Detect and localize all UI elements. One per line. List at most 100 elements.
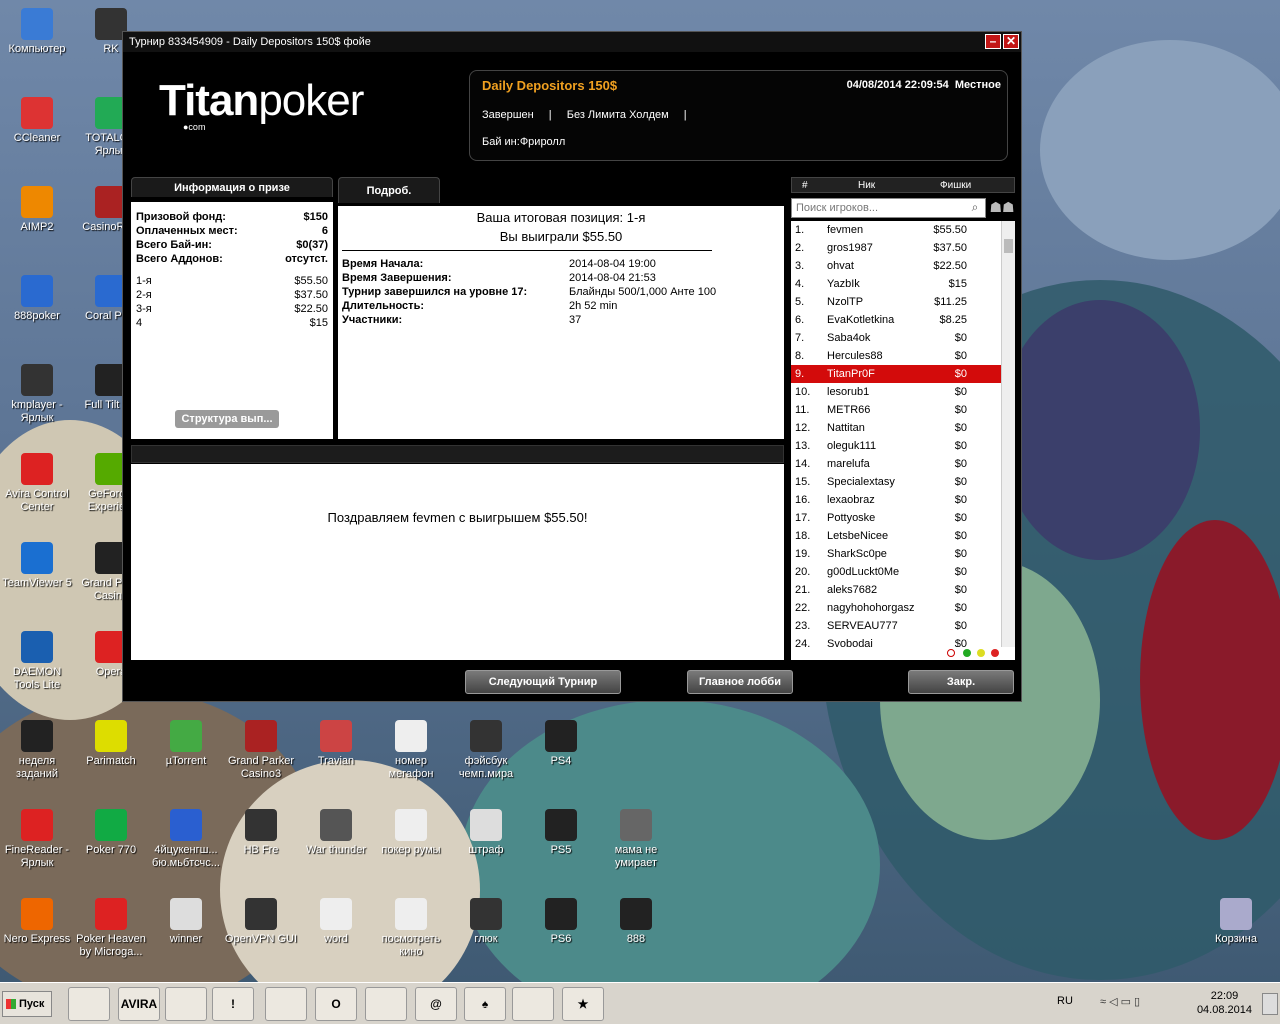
taskbar-app-button[interactable]: ! [212, 987, 254, 1021]
desktop-icon-ccleaner[interactable]: CCleaner [0, 97, 74, 145]
desktop-icon-avira[interactable]: Avira Control Center [0, 453, 74, 514]
desktop-icon-aimp[interactable]: AIMP2 [0, 186, 74, 234]
desktop-icon-nero[interactable]: Nero Express [0, 898, 74, 946]
desktop-icon-nedelya[interactable]: неделя заданий [0, 720, 74, 781]
desktop-icon-kino[interactable]: посмотреть кино [374, 898, 448, 959]
player-row[interactable]: 16. lexaobraz $0 [791, 491, 1001, 509]
player-row[interactable]: 12. Nattitan $0 [791, 419, 1001, 437]
player-row[interactable]: 1. fevmen $55.50 [791, 221, 1001, 239]
prize-row: Оплаченных мест: 6 [131, 224, 333, 238]
desktop-icon-pokerheaven[interactable]: Poker Heaven by Microga... [74, 898, 148, 959]
player-nick: g00dLuckt0Me [827, 566, 900, 578]
desktop-icon-openvpn[interactable]: OpenVPN GUI [224, 898, 298, 946]
player-row[interactable]: 21. aleks7682 $0 [791, 581, 1001, 599]
player-row[interactable]: 14. marelufa $0 [791, 455, 1001, 473]
col-chips[interactable]: Фишки [940, 180, 971, 191]
close-icon[interactable]: ✕ [1003, 34, 1019, 49]
desktop-icon-ps4[interactable]: PS4 [524, 720, 598, 768]
desktop-icon-gpc3[interactable]: Grand Parker Casino3 [224, 720, 298, 781]
tab-prize-info[interactable]: Информация о призе [131, 177, 333, 197]
search-icon[interactable]: ⌕ [966, 200, 984, 216]
desktop-icon-parimatch[interactable]: Parimatch [74, 720, 148, 768]
desktop-icon-poker770[interactable]: Poker 770 [74, 809, 148, 857]
desktop-icon-travian[interactable]: Travian [299, 720, 373, 768]
player-row[interactable]: 3. ohvat $22.50 [791, 257, 1001, 275]
desktop-icon-word[interactable]: word [299, 898, 373, 946]
player-row[interactable]: 10. lesorub1 $0 [791, 383, 1001, 401]
scrollbar-thumb[interactable] [1004, 239, 1013, 253]
player-row[interactable]: 23. SERVEAU777 $0 [791, 617, 1001, 635]
desktop-icon-finereader[interactable]: FineReader - Ярлык [0, 809, 74, 870]
desktop-icon-ps5[interactable]: PS5 [524, 809, 598, 857]
desktop-icon-fb[interactable]: фэйсбук чемп.мира [449, 720, 523, 781]
col-number[interactable]: # [802, 180, 808, 191]
player-row[interactable]: 2. gros1987 $37.50 [791, 239, 1001, 257]
desktop-icon-i888[interactable]: 888 [599, 898, 673, 946]
player-row[interactable]: 17. Pottyoske $0 [791, 509, 1001, 527]
desktop-icon-nomer[interactable]: номер мегафон [374, 720, 448, 781]
desktop-icon-utorrent[interactable]: µTorrent [149, 720, 223, 768]
desktop-icon-daemon[interactable]: DAEMON Tools Lite [0, 631, 74, 692]
desktop-icon-komp[interactable]: Компьютер [0, 8, 74, 56]
desktop-icon-pokerrumy[interactable]: покер румы [374, 809, 448, 857]
desktop-icon-teamviewer[interactable]: TeamViewer 5 [0, 542, 74, 590]
taskbar-app-button[interactable] [265, 987, 307, 1021]
tab-details[interactable]: Подроб. [338, 177, 440, 203]
window-titlebar[interactable]: Турнир 833454909 - Daily Depositors 150$… [123, 32, 1021, 52]
player-row[interactable]: 24. Svobodai $0 [791, 635, 1001, 647]
players-scrollbar[interactable] [1001, 221, 1015, 647]
prize-places: 1-я $55.50 2-я $37.50 3-я $22.50 4 $15 [131, 274, 333, 330]
player-row[interactable]: 9. TitanPr0F $0 [791, 365, 1001, 383]
taskbar-app-button[interactable]: AVIRA [118, 987, 160, 1021]
minimize-icon[interactable]: – [985, 34, 1001, 49]
player-row[interactable]: 22. nagyhohohorgasz $0 [791, 599, 1001, 617]
player-nick: lesorub1 [827, 386, 870, 398]
player-row[interactable]: 6. EvaKotletkina $8.25 [791, 311, 1001, 329]
desktop-icon-doc4[interactable]: 4йцукенгш... бю.мьбтсчс... [149, 809, 223, 870]
language-indicator[interactable]: RU [1057, 995, 1073, 1007]
taskbar-app-button[interactable]: O [315, 987, 357, 1021]
taskbar-app-button[interactable] [68, 987, 110, 1021]
desktop-icon-kmp[interactable]: kmplayer - Ярлык [0, 364, 74, 425]
players-group-icon[interactable]: ☗☗ [989, 199, 1015, 219]
player-row[interactable]: 5. NzolTP $11.25 [791, 293, 1001, 311]
prize-value: отсутст. [285, 253, 328, 265]
status-dot-icon [977, 649, 985, 657]
prize-row: 3-я $22.50 [131, 302, 333, 316]
player-row[interactable]: 20. g00dLuckt0Me $0 [791, 563, 1001, 581]
show-desktop-button[interactable] [1262, 993, 1278, 1015]
desktop-icon-p888[interactable]: 888poker [0, 275, 74, 323]
close-button[interactable]: Закр. [908, 670, 1014, 694]
prize-label: 1-я [136, 275, 152, 287]
desktop-icon-hbfre[interactable]: HB Fre [224, 809, 298, 857]
taskbar-app-button[interactable] [365, 987, 407, 1021]
player-row[interactable]: 8. Hercules88 $0 [791, 347, 1001, 365]
player-row[interactable]: 7. Saba4ok $0 [791, 329, 1001, 347]
taskbar-app-button[interactable] [165, 987, 207, 1021]
player-row[interactable]: 13. oleguk111 $0 [791, 437, 1001, 455]
desktop-icon-ps6[interactable]: PS6 [524, 898, 598, 946]
player-row[interactable]: 4. YazbIk $15 [791, 275, 1001, 293]
next-tournament-button[interactable]: Следующий Турнир [465, 670, 621, 694]
taskbar-app-button[interactable] [512, 987, 554, 1021]
taskbar-app-button[interactable]: @ [415, 987, 457, 1021]
main-lobby-button[interactable]: Главное лобби [687, 670, 793, 694]
player-row[interactable]: 15. Specialextasy $0 [791, 473, 1001, 491]
player-row[interactable]: 18. LetsbeNicee $0 [791, 527, 1001, 545]
col-nick[interactable]: Ник [858, 180, 875, 191]
clock[interactable]: 22:09 04.08.2014 [1197, 989, 1252, 1017]
taskbar-app-button[interactable]: ★ [562, 987, 604, 1021]
desktop-icon-shtraf[interactable]: штраф [449, 809, 523, 857]
tray-icons[interactable]: ≈ ◁ ▭ ▯ [1100, 995, 1140, 1008]
player-row[interactable]: 11. METR66 $0 [791, 401, 1001, 419]
desktop-icon-korzina[interactable]: Корзина [1199, 898, 1273, 946]
desktop-icon-winner[interactable]: winner [149, 898, 223, 946]
desktop-icon-mama[interactable]: мама не умирает [599, 809, 673, 870]
desktop-icon-warthunder[interactable]: War thunder [299, 809, 373, 857]
taskbar-app-button[interactable]: ♠ [464, 987, 506, 1021]
desktop-icon-gluk[interactable]: глюк [449, 898, 523, 946]
player-search-input[interactable]: Поиск игроков... [791, 198, 986, 218]
payout-structure-button[interactable]: Структура вып... [175, 410, 279, 428]
desktop-icon-label: word [324, 933, 348, 945]
player-row[interactable]: 19. SharkSc0pe $0 [791, 545, 1001, 563]
